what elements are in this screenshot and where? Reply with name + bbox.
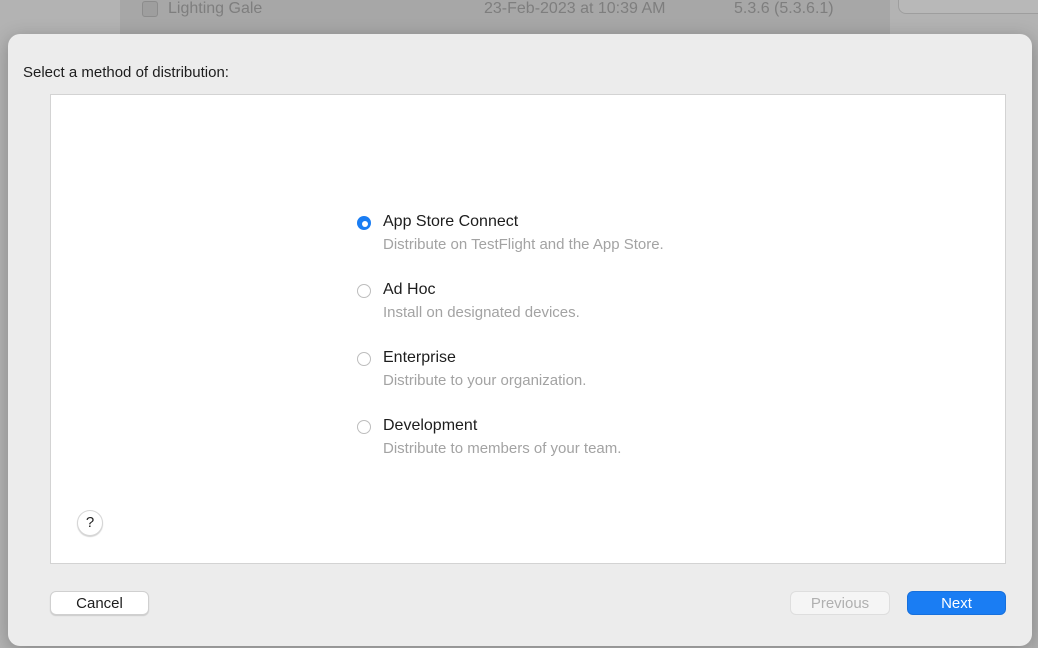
option-enterprise[interactable]: Enterprise Distribute to your organizati… [357, 349, 777, 417]
distribution-methods-panel: App Store Connect Distribute on TestFlig… [50, 94, 1006, 564]
option-label[interactable]: Enterprise [383, 349, 456, 367]
option-development[interactable]: Development Distribute to members of you… [357, 417, 777, 485]
option-description: Distribute to members of your team. [383, 440, 622, 457]
archive-row[interactable]: Lighting Gale 23-Feb-2023 at 10:39 AM 5.… [120, 0, 890, 22]
background-search-field[interactable] [898, 0, 1038, 14]
option-description: Install on designated devices. [383, 304, 580, 321]
option-label[interactable]: App Store Connect [383, 213, 518, 231]
option-description: Distribute on TestFlight and the App Sto… [383, 236, 664, 253]
cancel-button[interactable]: Cancel [50, 591, 149, 615]
distribution-options: App Store Connect Distribute on TestFlig… [357, 213, 777, 485]
radio-ad-hoc[interactable] [357, 284, 371, 298]
previous-button[interactable]: Previous [790, 591, 890, 615]
radio-development[interactable] [357, 420, 371, 434]
option-description: Distribute to your organization. [383, 372, 587, 389]
next-button[interactable]: Next [907, 591, 1006, 615]
question-mark-icon: ? [85, 514, 95, 531]
radio-app-store-connect[interactable] [357, 216, 371, 230]
radio-enterprise[interactable] [357, 352, 371, 366]
option-label[interactable]: Development [383, 417, 477, 435]
sheet-title: Select a method of distribution: [23, 64, 229, 81]
option-app-store-connect[interactable]: App Store Connect Distribute on TestFlig… [357, 213, 777, 281]
archive-name: Lighting Gale [168, 0, 263, 17]
archive-date: 23-Feb-2023 at 10:39 AM [484, 0, 666, 17]
distribution-sheet: Select a method of distribution: App Sto… [8, 34, 1032, 646]
option-ad-hoc[interactable]: Ad Hoc Install on designated devices. [357, 281, 777, 349]
background-inspector-edge [1032, 40, 1038, 648]
archive-icon [142, 1, 158, 17]
archive-version: 5.3.6 (5.3.6.1) [734, 0, 834, 17]
help-button[interactable]: ? [77, 510, 103, 536]
option-label[interactable]: Ad Hoc [383, 281, 435, 299]
